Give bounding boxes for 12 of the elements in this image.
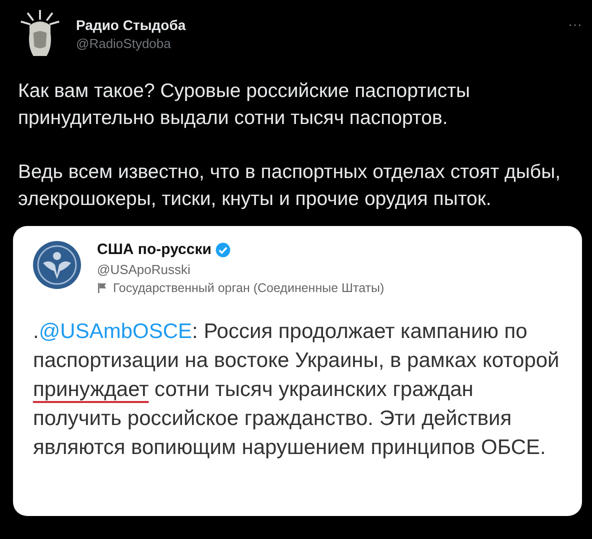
flag-icon	[97, 282, 107, 294]
author-handle[interactable]: @RadioStydoba	[76, 36, 186, 51]
embedded-tweet-text: .@USAmbOSCE: Россия продолжает кампанию по паспортизации на востоке Украины, в рамках которой принуждает сотни тысяч украинских граждан получить российское гражданство. Эти действия являются вопиющим нарушением принципов ОБСЕ.	[33, 319, 560, 461]
account-handle[interactable]: @USApoRusski	[97, 262, 384, 277]
author-name[interactable]: Радио Стыдоба	[76, 17, 186, 33]
tweet-text: Как вам такое? Суровые российские паспортисты принудительно выдали сотни тысяч паспортов.	[18, 79, 472, 131]
account-name[interactable]: США по-русски	[97, 241, 212, 258]
tweet-text: Ведь всем известно, что в паспортных отделах стоят дыбы, элекрошокеры, тиски, кнуты и прочие орудия пыток.	[18, 160, 562, 212]
account-label: Государственный орган (Соединенные Штаты)	[113, 281, 384, 295]
mention-link[interactable]: @USAmbOSCE	[38, 320, 192, 343]
more-button[interactable]: ···	[568, 8, 582, 32]
seal-avatar-icon	[33, 241, 81, 289]
